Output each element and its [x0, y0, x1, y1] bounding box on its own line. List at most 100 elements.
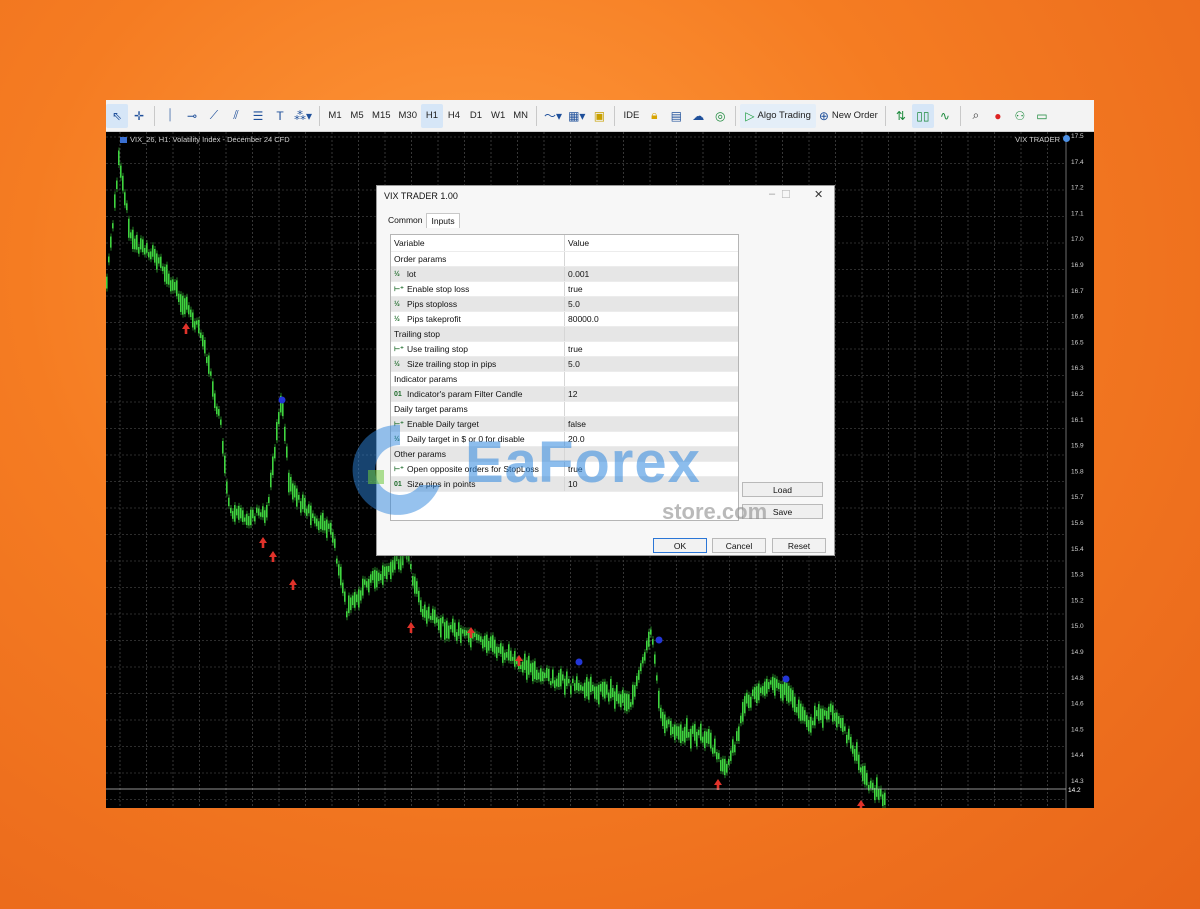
- crosshair-icon[interactable]: ✛: [128, 104, 150, 128]
- section-row[interactable]: Indicator params: [391, 372, 738, 387]
- candle-body: [500, 643, 502, 654]
- candle-body: [558, 672, 560, 688]
- cancel-button[interactable]: Cancel: [712, 538, 766, 553]
- value-cell[interactable]: 0.001: [565, 269, 589, 279]
- candle-body: [580, 684, 582, 691]
- table-row[interactable]: ⊢⁺ Use trailing stop true: [391, 342, 738, 357]
- candle-body: [762, 686, 764, 695]
- table-row[interactable]: ⊢⁺ Enable stop loss true: [391, 282, 738, 297]
- candle-body: [206, 356, 208, 363]
- fibonacci-icon[interactable]: ☰: [247, 104, 269, 128]
- candle-body: [480, 636, 482, 642]
- save-button[interactable]: Save: [742, 504, 823, 519]
- document-icon[interactable]: ▤: [665, 104, 687, 128]
- minimize-icon[interactable]: –: [769, 188, 775, 200]
- section-row[interactable]: Other params: [391, 447, 738, 462]
- text-tool-icon[interactable]: T: [269, 104, 291, 128]
- table-row[interactable]: ½ Daily target in $ or 0 for disable 20.0: [391, 432, 738, 447]
- timeframe-d1[interactable]: D1: [465, 104, 487, 128]
- line-chart-icon[interactable]: ∿: [934, 104, 956, 128]
- candle-body: [168, 273, 170, 285]
- expert-advisor-icon[interactable]: [1063, 135, 1070, 142]
- candle-body: [458, 622, 460, 636]
- value-cell[interactable]: 80000.0: [565, 314, 599, 324]
- value-cell[interactable]: 5.0: [565, 359, 580, 369]
- candle-body: [688, 732, 690, 738]
- candle-body: [412, 575, 414, 586]
- candle-body: [628, 694, 630, 710]
- table-row[interactable]: ½ Size trailing stop in pips 5.0: [391, 357, 738, 372]
- section-row[interactable]: Daily target params: [391, 402, 738, 417]
- value-cell[interactable]: 10: [565, 479, 577, 489]
- channel-icon[interactable]: ⫽: [225, 104, 247, 128]
- cloud-icon[interactable]: ☁: [687, 104, 709, 128]
- new-order-button[interactable]: ⊕ New Order: [816, 104, 881, 128]
- templates-icon[interactable]: ▦▾: [565, 104, 588, 128]
- ide-button[interactable]: IDE: [619, 104, 643, 128]
- candle-body: [360, 590, 362, 601]
- shapes-icon[interactable]: ⁂▾: [291, 104, 315, 128]
- price-axis-label: 17.5: [1071, 133, 1084, 140]
- timeframe-h4[interactable]: H4: [443, 104, 465, 128]
- table-row[interactable]: ½ Pips stoploss 5.0: [391, 297, 738, 312]
- candle-body: [750, 696, 752, 708]
- timeframe-m15[interactable]: M15: [368, 104, 394, 128]
- timeframe-h1[interactable]: H1: [421, 103, 443, 128]
- candle-body: [350, 597, 352, 611]
- value-cell[interactable]: true: [565, 284, 583, 294]
- value-cell[interactable]: true: [565, 344, 583, 354]
- candle-body: [616, 685, 618, 702]
- ok-button[interactable]: OK: [653, 538, 707, 553]
- candle-body: [624, 693, 626, 711]
- section-row[interactable]: Trailing stop: [391, 327, 738, 342]
- candle-body: [728, 758, 730, 765]
- timeframe-w1[interactable]: W1: [487, 104, 509, 128]
- table-row[interactable]: ½ Pips takeprofit 80000.0: [391, 312, 738, 327]
- tab-common[interactable]: Common: [384, 213, 426, 228]
- reset-button[interactable]: Reset: [772, 538, 826, 553]
- candle-body: [632, 684, 634, 705]
- candle-body: [868, 784, 870, 791]
- table-row[interactable]: ½ lot 0.001: [391, 267, 738, 282]
- vertical-line-icon[interactable]: ⏐: [159, 104, 181, 128]
- candle-body: [744, 696, 746, 714]
- candle-body: [486, 634, 488, 653]
- header-variable[interactable]: Variable: [391, 235, 565, 251]
- search-icon[interactable]: ⌕: [965, 104, 987, 128]
- header-value[interactable]: Value: [565, 238, 589, 248]
- tab-inputs[interactable]: Inputs: [426, 213, 460, 228]
- notifications-icon[interactable]: ●: [987, 104, 1009, 128]
- timeframe-m5[interactable]: M5: [346, 104, 368, 128]
- value-cell[interactable]: true: [565, 464, 583, 474]
- timeframe-m1[interactable]: M1: [324, 104, 346, 128]
- candle-body: [582, 686, 584, 691]
- signals-icon[interactable]: ◎: [709, 104, 731, 128]
- table-row[interactable]: 01 Size pips in points 10: [391, 477, 738, 492]
- trendline-icon[interactable]: ⟋: [203, 104, 225, 128]
- algo-trading-button[interactable]: ▷ Algo Trading: [740, 103, 816, 128]
- table-row[interactable]: ⊢⁺ Open opposite orders for StopLoss true: [391, 462, 738, 477]
- depth-of-market-icon[interactable]: ⇅: [890, 104, 912, 128]
- current-price-label: 14.2: [1068, 787, 1081, 794]
- value-cell[interactable]: 5.0: [565, 299, 580, 309]
- value-cell[interactable]: false: [565, 419, 586, 429]
- price-axis-label: 15.3: [1071, 572, 1084, 579]
- load-button[interactable]: Load: [742, 482, 823, 497]
- candle-body: [730, 750, 732, 761]
- section-row[interactable]: Order params: [391, 252, 738, 267]
- timeframe-mn[interactable]: MN: [509, 104, 532, 128]
- timeframe-m30[interactable]: M30: [395, 104, 421, 128]
- table-row[interactable]: 01 Indicator's param Filter Candle 12: [391, 387, 738, 402]
- close-icon[interactable]: ✕: [814, 188, 823, 201]
- horizontal-line-icon[interactable]: ⊸: [181, 104, 203, 128]
- candle-body: [370, 574, 372, 583]
- cursor-icon[interactable]: ⇖: [106, 103, 128, 128]
- chart-type-icon[interactable]: 〜▾: [541, 104, 565, 128]
- script-icon[interactable]: ▣: [588, 104, 610, 128]
- value-cell[interactable]: 20.0: [565, 434, 585, 444]
- lock-icon[interactable]: 🔒︎: [643, 104, 665, 128]
- value-cell[interactable]: 12: [565, 389, 577, 399]
- candles-icon[interactable]: ▯▯: [911, 103, 934, 128]
- account-icon[interactable]: ⚇: [1009, 104, 1031, 128]
- table-row[interactable]: ⊢⁺ Enable Daily target false: [391, 417, 738, 432]
